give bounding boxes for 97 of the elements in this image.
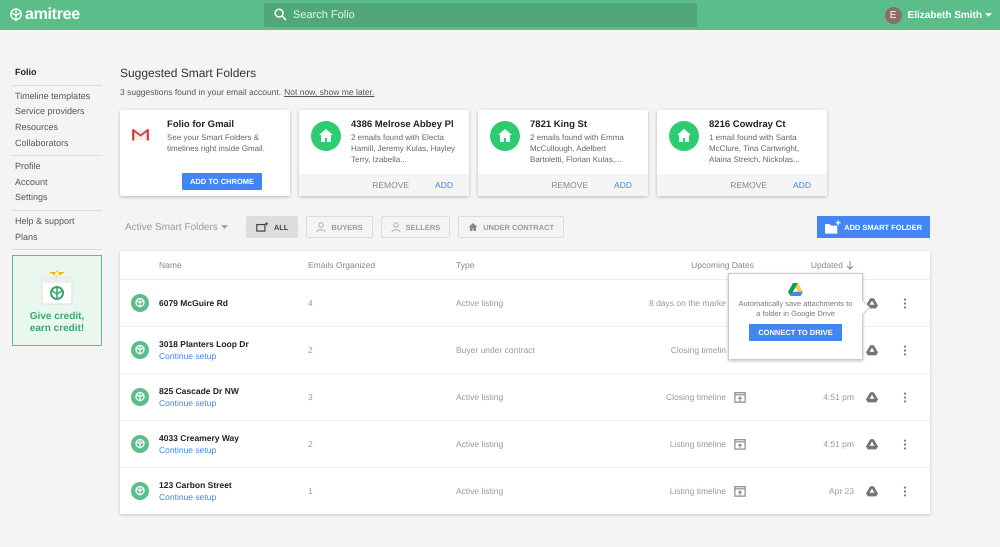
sidebar-item[interactable]: Profile <box>12 158 102 175</box>
continue-setup-link[interactable]: Continue setup <box>159 398 308 408</box>
card-description: 2 emails found with Electa Hamill, Jeremy Kulas, Hayley Terry, Izabella... <box>351 132 456 165</box>
drive-icon[interactable] <box>866 391 878 403</box>
house-icon <box>311 121 341 151</box>
sidebar-item[interactable]: Account <box>12 174 102 190</box>
column-header[interactable]: Emails Organized <box>308 260 456 270</box>
folder-icon <box>131 482 149 500</box>
card-description: See your Smart Folders & timelines right inside Gmail. <box>167 132 266 154</box>
calendar-icon[interactable] <box>734 438 746 450</box>
sidebar-item[interactable]: Service providers <box>12 104 102 120</box>
section-title: Suggested Smart Folders <box>120 66 258 80</box>
table-cell-text: Active listing <box>456 298 504 308</box>
folder-icon <box>131 294 149 312</box>
folder-icon <box>131 341 149 359</box>
add-button[interactable]: ADD <box>614 180 632 190</box>
search-field[interactable]: Search Folio <box>264 3 697 27</box>
table-cell-text: 4:51 pm <box>822 392 854 402</box>
calendar-icon[interactable] <box>734 391 746 403</box>
user-menu[interactable]: Elizabeth Smith <box>908 10 992 20</box>
table-cell-text: 2 <box>308 439 314 449</box>
table-cell-text: Listing timeline <box>668 486 726 496</box>
promo-text: Give credit, earn credit! <box>28 310 86 335</box>
sidebar-item[interactable]: Collaborators <box>12 135 102 151</box>
sidebar-item[interactable]: Help & support <box>12 214 102 230</box>
folder-name[interactable]: 123 Carbon Street <box>159 480 308 490</box>
sort-down-icon[interactable] <box>846 260 854 270</box>
person-icon <box>390 222 401 232</box>
table-cell-text: Apr 23 <box>828 486 854 496</box>
gift-icon <box>39 268 75 306</box>
drive-icon[interactable] <box>866 344 878 356</box>
remove-button[interactable]: REMOVE <box>551 180 588 190</box>
folder-icon <box>131 388 149 406</box>
more-icon[interactable] <box>903 486 907 496</box>
folder-filter-dropdown[interactable]: Active Smart Folders <box>120 222 238 232</box>
remove-button[interactable]: REMOVE <box>730 180 768 190</box>
folder-name[interactable]: 825 Cascade Dr NW <box>159 386 308 396</box>
add-button[interactable]: ADD <box>435 180 453 190</box>
card-title: 8216 Cowdray Ct <box>709 119 787 130</box>
card-description: 1 email found with Santa McClure, Tina Cartwright, Alaina Streich, Nickolas... <box>709 132 801 165</box>
column-header[interactable]: Upcoming Dates <box>576 260 754 270</box>
table-cell-text: 2 <box>308 345 314 355</box>
table-cell-text: Active listing <box>456 439 504 449</box>
drive-icon[interactable] <box>866 485 878 497</box>
table-cell-text: Buyer under contract <box>456 345 536 355</box>
avatar[interactable]: E <box>884 6 902 24</box>
remove-button[interactable]: REMOVE <box>372 180 410 190</box>
folder-icon <box>131 435 149 453</box>
drive-logo-icon <box>788 283 803 296</box>
calendar-icon[interactable] <box>734 485 746 497</box>
table-cell-text: Active listing <box>456 392 504 402</box>
add-button[interactable]: ADD <box>793 180 811 190</box>
table-cell-text: Closing timelin <box>670 345 726 355</box>
logo-text: amitree <box>25 6 80 24</box>
table-cell-text: 8 days on the marke <box>648 298 726 308</box>
table-cell-text: 4:51 pm <box>822 439 854 449</box>
card-title: Folio for Gmail <box>167 119 236 130</box>
sidebar-item[interactable]: Plans <box>12 229 102 245</box>
table-cell-text: 3 <box>308 392 314 402</box>
sidebar-item[interactable]: Resources <box>12 120 102 136</box>
more-icon[interactable] <box>903 392 907 402</box>
table-cell-text: Closing timeline <box>665 392 726 402</box>
house-icon <box>490 121 520 151</box>
suggestions-text: 3 suggestions found in your email account. <box>120 87 282 97</box>
card-title: 4386 Melrose Abbey Pl <box>351 119 455 130</box>
logo-icon <box>9 8 23 22</box>
table-cell-text: Active listing <box>456 486 504 496</box>
column-header[interactable]: Name <box>159 260 308 270</box>
person-icon <box>316 222 326 232</box>
more-icon[interactable] <box>903 438 907 450</box>
sidebar-item[interactable]: Settings <box>12 190 102 206</box>
drive-icon[interactable] <box>866 297 878 309</box>
more-icon[interactable] <box>903 298 907 308</box>
column-header[interactable]: Type <box>456 260 576 270</box>
column-header[interactable]: Updated <box>810 260 843 270</box>
folder-plus-icon <box>256 222 269 232</box>
folder-name[interactable]: 3018 Planters Loop Dr <box>159 339 308 349</box>
dismiss-link[interactable]: Not now, show me later. <box>284 87 374 97</box>
folder-name[interactable]: 6079 McGuire Rd <box>159 298 308 308</box>
sidebar-item[interactable]: Folio <box>12 65 102 81</box>
home-icon <box>468 222 478 232</box>
folder-name[interactable]: 4033 Creamery Way <box>159 433 308 443</box>
continue-setup-link[interactable]: Continue setup <box>159 351 308 361</box>
folder-plus-icon <box>825 220 842 234</box>
continue-setup-link[interactable]: Continue setup <box>159 492 308 502</box>
continue-setup-link[interactable]: Continue setup <box>159 445 308 455</box>
sidebar-item[interactable]: Timeline templates <box>12 88 102 104</box>
more-icon[interactable] <box>903 344 907 356</box>
drive-icon[interactable] <box>866 438 878 450</box>
table-cell-text: Listing timeline <box>668 439 726 449</box>
card-title: 7821 King St <box>530 119 588 130</box>
card-description: 2 emails found with Emma McCullough, Adelbert Bartoletti, Florian Kulas,... <box>530 132 625 165</box>
table-cell-text: 1 <box>308 486 314 496</box>
caret-icon[interactable] <box>220 225 228 229</box>
promo-card[interactable]: Give credit, earn credit! <box>12 254 102 346</box>
table-cell-text: 4 <box>308 298 314 308</box>
house-icon <box>669 121 699 151</box>
